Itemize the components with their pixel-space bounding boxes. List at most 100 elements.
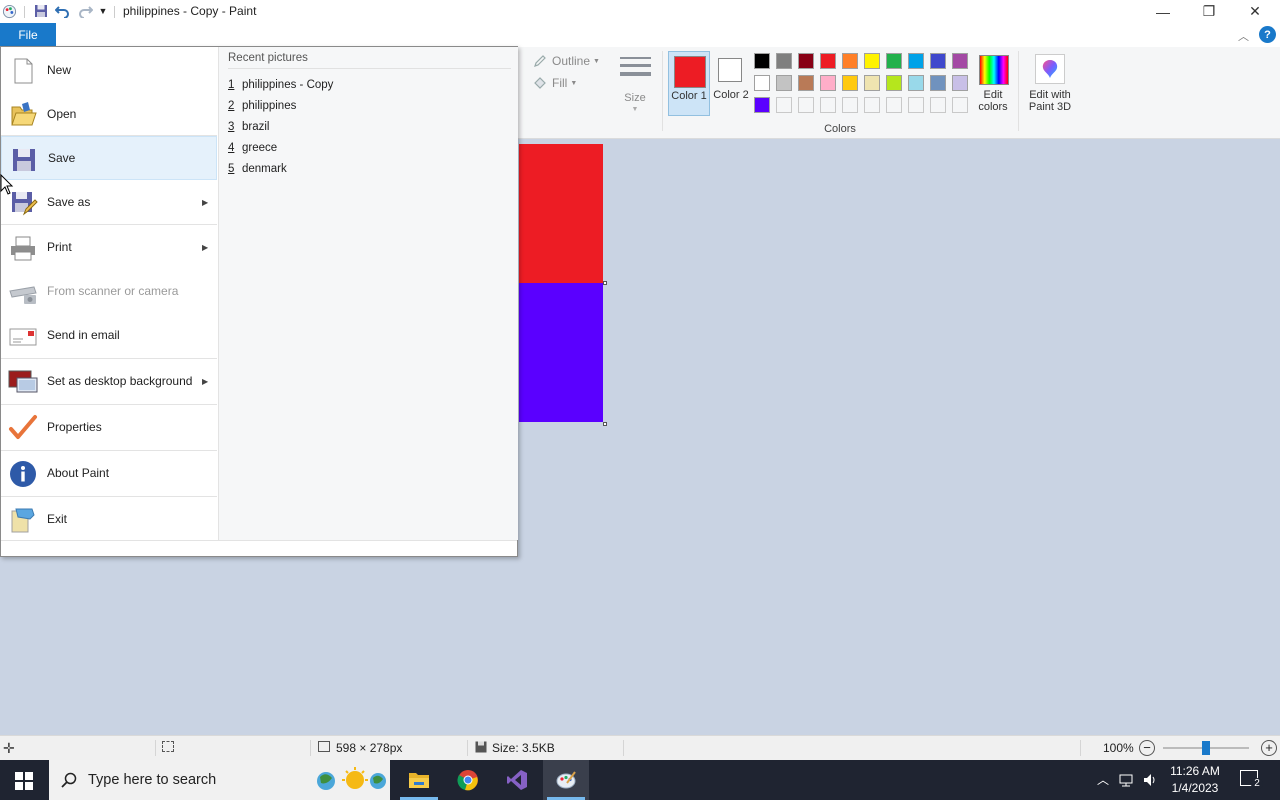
fill-dropdown[interactable]: Fill ▼ <box>533 76 577 90</box>
paint-app-icon[interactable] <box>1 3 17 19</box>
palette-empty-swatch[interactable] <box>864 97 880 113</box>
color1-button[interactable]: Color 1 <box>668 51 710 116</box>
recent-item[interactable]: 3 brazil <box>228 121 269 133</box>
palette-empty-swatch[interactable] <box>952 97 968 113</box>
mouse-cursor-icon <box>0 174 14 195</box>
palette-color-swatch[interactable] <box>820 53 836 69</box>
menu-item-save[interactable]: Save <box>1 136 217 180</box>
clock-date[interactable]: 1/4/2023 <box>1160 781 1230 795</box>
recent-item-number: 5 <box>228 163 235 175</box>
palette-color-swatch[interactable] <box>864 75 880 91</box>
menu-item-save-as[interactable]: Save as ▶ <box>1 180 217 224</box>
menu-item-send-email[interactable]: Send in email <box>1 313 217 357</box>
recent-item-name: philippines - Copy <box>242 79 334 91</box>
palette-color-swatch[interactable] <box>754 97 770 113</box>
outline-dropdown[interactable]: Outline ▼ <box>533 54 600 68</box>
palette-color-swatch[interactable] <box>754 53 770 69</box>
palette-color-swatch[interactable] <box>952 53 968 69</box>
palette-color-swatch[interactable] <box>908 75 924 91</box>
palette-empty-swatch[interactable] <box>908 97 924 113</box>
restore-button[interactable]: ❐ <box>1186 0 1232 23</box>
recent-item-number: 3 <box>228 121 235 133</box>
palette-empty-swatch[interactable] <box>776 97 792 113</box>
print-icon <box>11 236 35 261</box>
menu-item-open[interactable]: Open <box>1 92 217 136</box>
palette-color-swatch[interactable] <box>776 75 792 91</box>
redo-icon[interactable] <box>77 3 93 19</box>
palette-color-swatch[interactable] <box>952 75 968 91</box>
color2-swatch <box>718 58 742 82</box>
resize-handle-corner[interactable] <box>603 422 607 426</box>
taskbar-visual-studio[interactable] <box>494 760 540 800</box>
recent-item-name: philippines <box>242 100 297 112</box>
palette-color-swatch[interactable] <box>886 75 902 91</box>
taskbar-chrome[interactable] <box>445 760 491 800</box>
canvas-purple-region[interactable] <box>519 283 603 422</box>
zoom-slider-thumb[interactable] <box>1202 741 1210 755</box>
palette-color-swatch[interactable] <box>886 53 902 69</box>
help-icon[interactable]: ? <box>1259 26 1276 43</box>
palette-color-swatch[interactable] <box>842 75 858 91</box>
palette-color-swatch[interactable] <box>930 75 946 91</box>
menu-item-new[interactable]: New <box>1 48 217 92</box>
taskbar-paint[interactable] <box>543 760 589 800</box>
edit-colors-button[interactable]: Edit colors <box>974 51 1014 117</box>
collapse-ribbon-chevron-icon[interactable]: ︿ <box>1238 28 1249 44</box>
palette-empty-swatch[interactable] <box>798 97 814 113</box>
menu-item-desktop-background[interactable]: Set as desktop background ▶ <box>1 359 217 403</box>
palette-color-swatch[interactable] <box>798 75 814 91</box>
menu-label-save-as: Save as <box>47 195 91 209</box>
menu-item-properties[interactable]: Properties <box>1 405 217 449</box>
palette-color-swatch[interactable] <box>754 75 770 91</box>
palette-color-swatch[interactable] <box>842 53 858 69</box>
palette-color-swatch[interactable] <box>908 53 924 69</box>
recent-item[interactable]: 2 philippines <box>228 100 296 112</box>
taskbar-search-box[interactable]: Type here to search <box>49 760 390 800</box>
recent-item-number: 4 <box>228 142 235 154</box>
file-menu-dropdown: New Open Save Save as ▶ Print ▶ From sca… <box>0 46 518 557</box>
palette-color-swatch[interactable] <box>930 53 946 69</box>
quick-save-icon[interactable] <box>33 3 49 19</box>
outline-label: Outline <box>552 54 591 68</box>
menu-item-exit[interactable]: Exit <box>1 497 217 541</box>
palette-color-swatch[interactable] <box>820 75 836 91</box>
palette-color-swatch[interactable] <box>798 53 814 69</box>
size-button[interactable]: Size ▼ <box>613 50 657 114</box>
volume-icon[interactable] <box>1142 772 1158 788</box>
menu-label-send-email: Send in email <box>47 328 120 342</box>
palette-empty-swatch[interactable] <box>820 97 836 113</box>
menu-item-print[interactable]: Print ▶ <box>1 225 217 269</box>
edit-paint3d-label: Edit with Paint 3D <box>1028 89 1072 113</box>
paint-taskbar-icon <box>556 771 576 789</box>
file-menu-button[interactable]: File <box>0 23 56 46</box>
show-hidden-icons-chevron-icon[interactable]: ︿ <box>1097 771 1109 788</box>
undo-icon[interactable] <box>54 3 70 19</box>
close-button[interactable]: ✕ <box>1232 0 1278 23</box>
recent-item[interactable]: 4 greece <box>228 142 277 154</box>
customize-toolbar-chevron-icon[interactable]: ▼ <box>97 3 109 19</box>
menu-item-about[interactable]: About Paint <box>1 451 217 495</box>
canvas-red-region[interactable] <box>519 144 603 283</box>
open-folder-icon <box>11 102 37 126</box>
menu-item-from-scanner[interactable]: From scanner or camera <box>1 269 217 313</box>
palette-empty-swatch[interactable] <box>886 97 902 113</box>
selection-size-icon <box>162 741 174 752</box>
windows-start-icon[interactable] <box>15 772 33 790</box>
zoom-out-button[interactable]: − <box>1139 740 1155 756</box>
zoom-in-button[interactable]: + <box>1261 740 1277 756</box>
recent-item-name: brazil <box>242 121 270 133</box>
edit-with-paint3d-button[interactable]: Edit with Paint 3D <box>1022 51 1078 117</box>
color2-button[interactable]: Color 2 <box>712 51 750 116</box>
resize-handle-right[interactable] <box>603 281 607 285</box>
palette-color-swatch[interactable] <box>864 53 880 69</box>
clock-time[interactable]: 11:26 AM <box>1160 764 1230 778</box>
recent-item[interactable]: 5 denmark <box>228 163 287 175</box>
palette-empty-swatch[interactable] <box>930 97 946 113</box>
recent-item-number: 1 <box>228 79 235 91</box>
recent-item[interactable]: 1 philippines - Copy <box>228 79 333 91</box>
palette-empty-swatch[interactable] <box>842 97 858 113</box>
taskbar-file-explorer[interactable] <box>396 760 442 800</box>
minimize-button[interactable]: — <box>1140 0 1186 23</box>
network-icon[interactable] <box>1118 772 1134 788</box>
palette-color-swatch[interactable] <box>776 53 792 69</box>
